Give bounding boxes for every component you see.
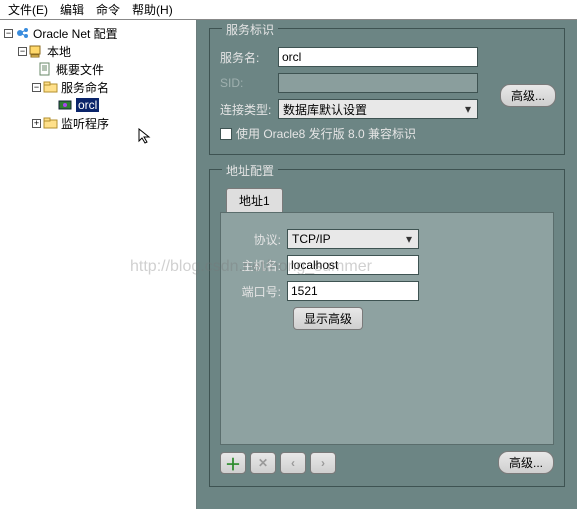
menu-cmd[interactable]: 命令 (90, 0, 126, 20)
service-advanced-button[interactable]: 高级... (500, 84, 556, 107)
tree-node-local[interactable]: − 本地 (18, 42, 196, 60)
tree-node-orcl[interactable]: orcl (58, 96, 196, 114)
tree-node-profile[interactable]: 概要文件 (38, 60, 196, 78)
compat-checkbox-row[interactable]: 使用 Oracle8 发行版 8.0 兼容标识 (220, 125, 554, 142)
tree-node-servicenames[interactable]: − 服务命名 (32, 78, 196, 96)
tree-pane: − Oracle Net 配置 − 本地 概要文件 − (0, 20, 197, 509)
minus-icon[interactable]: − (18, 47, 27, 56)
service-node-icon (58, 98, 74, 112)
tree-node-root[interactable]: − Oracle Net 配置 (4, 24, 196, 42)
menu-bar: 文件(E) 编辑 命令 帮助(H) (0, 0, 577, 20)
protocol-label: 协议: (233, 231, 287, 248)
plus-icon[interactable]: + (32, 119, 41, 128)
minus-icon[interactable]: − (32, 83, 41, 92)
tree-label-profile: 概要文件 (56, 61, 104, 78)
tree-label-servicenames: 服务命名 (61, 79, 109, 96)
tab-address1[interactable]: 地址1 (226, 188, 283, 212)
sid-label: SID: (220, 76, 278, 90)
tree-label-listeners: 监听程序 (61, 115, 109, 132)
host-input[interactable] (287, 255, 419, 275)
checkbox-icon[interactable] (220, 128, 232, 140)
menu-edit[interactable]: 编辑 (54, 0, 90, 20)
menu-help[interactable]: 帮助(H) (126, 0, 179, 20)
address-config-fieldset: 地址配置 地址1 协议: TCP/IP ▾ 主机名: (209, 169, 565, 487)
service-name-label: 服务名: (220, 49, 278, 66)
network-icon (15, 26, 31, 40)
minus-icon[interactable]: − (4, 29, 13, 38)
sid-input (278, 73, 478, 93)
right-pane: 服务标识 服务名: SID: 连接类型: 数据库默认设置 ▾ 使用 Oracle… (197, 20, 577, 509)
file-icon (38, 62, 54, 76)
add-button[interactable]: ＋ (220, 452, 246, 474)
prev-button[interactable]: ‹ (280, 452, 306, 474)
folder-icon (43, 80, 59, 94)
menu-file[interactable]: 文件(E) (2, 0, 54, 20)
cursor-icon (138, 128, 154, 144)
service-id-legend: 服务标识 (222, 21, 278, 38)
service-id-fieldset: 服务标识 服务名: SID: 连接类型: 数据库默认设置 ▾ 使用 Oracle… (209, 28, 565, 155)
protocol-value: TCP/IP (292, 232, 331, 246)
compat-label: 使用 Oracle8 发行版 8.0 兼容标识 (236, 125, 416, 142)
host-label: 主机名: (233, 257, 287, 274)
port-label: 端口号: (233, 283, 287, 300)
port-input[interactable] (287, 281, 419, 301)
tree-label-local: 本地 (47, 43, 71, 60)
show-advanced-button[interactable]: 显示高级 (293, 307, 363, 330)
chevron-down-icon: ▾ (461, 102, 475, 116)
tree-label-orcl: orcl (76, 98, 99, 112)
address-config-legend: 地址配置 (222, 162, 278, 179)
tree-label-root: Oracle Net 配置 (33, 25, 118, 42)
protocol-select[interactable]: TCP/IP ▾ (287, 229, 419, 249)
delete-button[interactable]: ✕ (250, 452, 276, 474)
address-tab-body: 协议: TCP/IP ▾ 主机名: 端口号: (220, 212, 554, 445)
service-name-input[interactable] (278, 47, 478, 67)
folder-icon (43, 116, 59, 130)
pc-icon (29, 44, 45, 58)
tree-node-listeners[interactable]: + 监听程序 (32, 114, 196, 132)
conn-type-value: 数据库默认设置 (283, 101, 367, 118)
conn-type-label: 连接类型: (220, 101, 278, 118)
next-button[interactable]: › (310, 452, 336, 474)
chevron-down-icon: ▾ (402, 232, 416, 246)
address-advanced-button[interactable]: 高级... (498, 451, 554, 474)
conn-type-select[interactable]: 数据库默认设置 ▾ (278, 99, 478, 119)
